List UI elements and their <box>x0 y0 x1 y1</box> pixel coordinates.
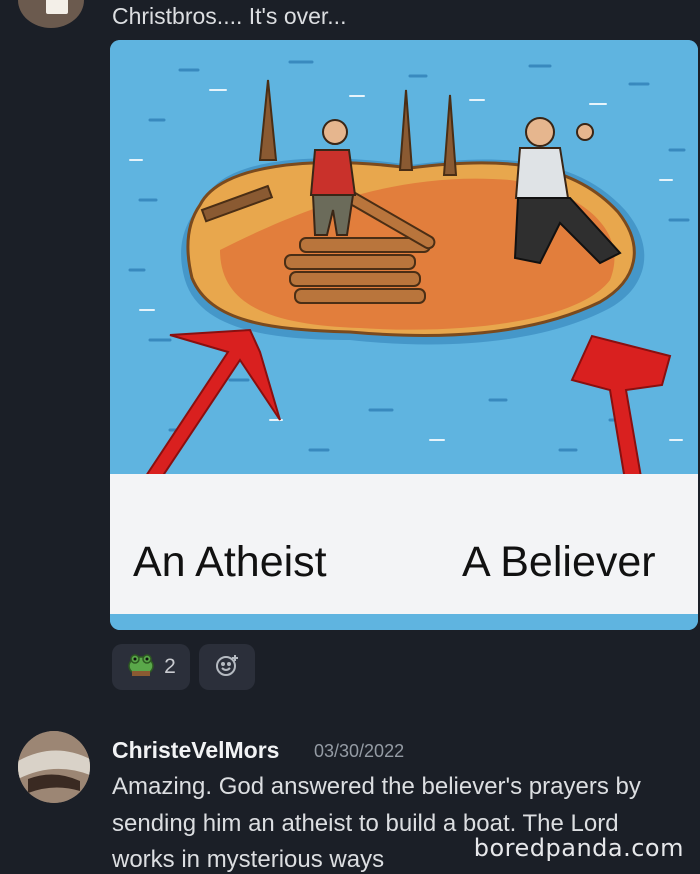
timestamp: 03/30/2022 <box>314 741 405 761</box>
reaction-frog[interactable]: 2 <box>112 644 190 690</box>
frog-emoji-icon <box>126 651 156 684</box>
watermark: boredpanda.com <box>473 834 684 862</box>
attached-image[interactable]: An Atheist A Believer <box>110 40 698 630</box>
caption-right: A Believer <box>462 538 656 586</box>
username[interactable]: ChristeVelMors <box>112 737 279 764</box>
avatar[interactable] <box>18 0 84 28</box>
add-reaction-icon <box>213 651 241 684</box>
caption-left: An Atheist <box>133 538 327 586</box>
reaction-count: 2 <box>164 655 176 678</box>
cartoon-illustration: An Atheist A Believer <box>110 40 698 630</box>
message-text: Christbros.... It's over... <box>112 3 347 29</box>
avatar[interactable] <box>18 731 90 803</box>
add-reaction-button[interactable] <box>199 644 255 690</box>
message-text-line: Amazing. God answered the believer's pra… <box>112 773 641 800</box>
